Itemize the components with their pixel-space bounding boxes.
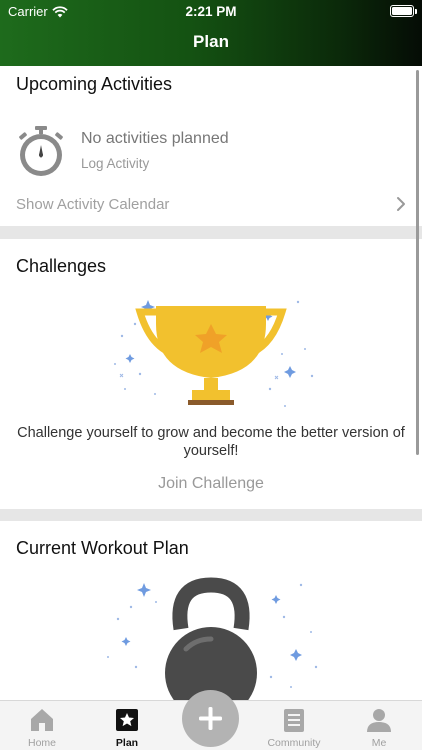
- kettlebell-illustration: [107, 577, 318, 700]
- tab-community[interactable]: Community: [259, 707, 329, 749]
- add-button[interactable]: [182, 690, 239, 747]
- empty-activities-label: No activities planned: [81, 130, 229, 147]
- chevron-right-icon[interactable]: [396, 196, 406, 212]
- document-icon: [284, 709, 304, 732]
- tab-me-label: Me: [371, 737, 387, 749]
- challenges-title: Challenges: [16, 256, 107, 276]
- home-icon: [31, 709, 53, 731]
- battery-icon: [390, 5, 417, 17]
- show-activity-calendar-link[interactable]: Show Activity Calendar: [16, 196, 169, 213]
- challenges-description: Challenge yourself to grow and become th…: [17, 425, 405, 459]
- page-title: Plan: [193, 32, 229, 51]
- status-bar: Carrier 2:21 PM: [0, 0, 422, 22]
- clock: 2:21 PM: [185, 4, 237, 19]
- person-icon: [367, 709, 391, 732]
- challenges-card: Challenges Challenge yourself to grow an…: [0, 239, 422, 509]
- join-challenge-button[interactable]: Join Challenge: [0, 475, 422, 493]
- nav-header: Carrier 2:21 PM Plan: [0, 0, 422, 66]
- plus-icon: [199, 707, 222, 730]
- workout-plan-title: Current Workout Plan: [16, 538, 189, 558]
- scrollbar[interactable]: [416, 70, 419, 455]
- tab-home[interactable]: Home: [7, 707, 77, 749]
- tab-me[interactable]: Me: [344, 707, 414, 749]
- upcoming-activities-card: Upcoming Activities No activities planne…: [0, 66, 422, 226]
- stopwatch-icon: [19, 126, 63, 176]
- tab-plan[interactable]: Plan: [92, 707, 162, 749]
- log-activity-link[interactable]: Log Activity: [81, 156, 149, 171]
- tab-home-label: Home: [27, 737, 56, 749]
- trophy-illustration: [114, 300, 314, 407]
- tab-plan-label: Plan: [115, 737, 139, 749]
- workout-plan-card: Current Workout Plan: [0, 521, 422, 700]
- tab-community-label: Community: [267, 737, 321, 749]
- upcoming-activities-title: Upcoming Activities: [16, 74, 173, 94]
- star-calendar-icon: [116, 709, 138, 731]
